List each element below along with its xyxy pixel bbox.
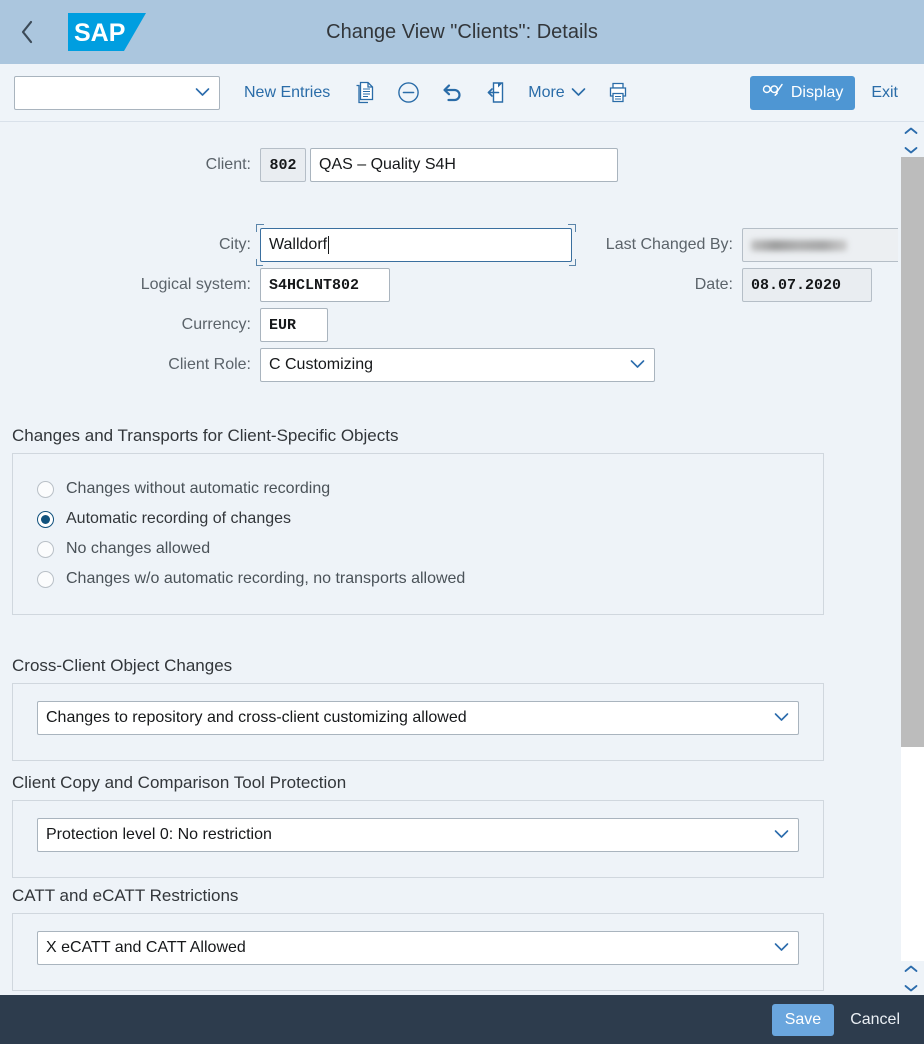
more-label: More (528, 83, 565, 101)
radio-label: Automatic recording of changes (66, 510, 292, 527)
client-role-label: Client Role: (168, 356, 251, 373)
exit-button[interactable]: Exit (855, 78, 910, 108)
catt-select[interactable]: X eCATT and CATT Allowed (37, 931, 799, 965)
sap-logo: SAP (68, 13, 148, 51)
client-copy-value: Protection level 0: No restriction (46, 826, 272, 843)
client-role-row: Client Role: C Customizing (0, 348, 655, 382)
cross-client-panel: Changes to repository and cross-client c… (12, 683, 824, 761)
client-name-input[interactable]: QAS – Quality S4H (310, 148, 618, 182)
client-copy-panel: Protection level 0: No restriction (12, 800, 824, 878)
vertical-scrollbar[interactable] (898, 123, 924, 995)
cross-client-section: Cross-Client Object Changes Changes to r… (0, 656, 836, 761)
radio-icon (37, 540, 54, 558)
action-toolbar: New Entries More Display Exit (0, 64, 924, 122)
display-change-icon (762, 81, 784, 104)
scroll-up-down-buttons-top[interactable] (898, 123, 924, 157)
chevron-down-icon[interactable] (904, 141, 918, 159)
city-input-value: Walldorf (269, 236, 328, 253)
shell-header: SAP Change View "Clients": Details (0, 0, 924, 64)
client-row: Client: 802 QAS – Quality S4H (0, 148, 618, 182)
client-role-select[interactable]: C Customizing (260, 348, 655, 382)
logical-system-row: Logical system: S4HCLNT802 Date: 08.07.2… (0, 268, 872, 302)
cross-client-select[interactable]: Changes to repository and cross-client c… (37, 701, 799, 735)
text-caret (328, 236, 330, 254)
more-menu-button[interactable]: More (518, 78, 595, 108)
city-row: City: Walldorf Last Changed By: (0, 224, 898, 266)
changes-transports-section: Changes and Transports for Client-Specif… (0, 426, 836, 615)
chevron-down-icon (571, 84, 586, 102)
catt-panel: X eCATT and CATT Allowed (12, 913, 824, 991)
chevron-down-icon (774, 939, 789, 957)
chevron-down-icon (630, 356, 645, 374)
logical-system-label: Logical system: (140, 276, 251, 293)
scrollbar-thumb[interactable] (901, 157, 924, 747)
client-copy-select[interactable]: Protection level 0: No restriction (37, 818, 799, 852)
city-label: City: (219, 236, 251, 253)
radio-automatic-recording[interactable]: Automatic recording of changes (13, 504, 823, 534)
chevron-down-icon (774, 826, 789, 844)
catt-value: X eCATT and CATT Allowed (46, 939, 246, 956)
last-changed-by-label: Last Changed By: (605, 236, 733, 253)
client-role-value: C Customizing (269, 356, 374, 373)
radio-label: No changes allowed (66, 540, 211, 557)
logical-system-input[interactable]: S4HCLNT802 (260, 268, 390, 302)
cancel-button[interactable]: Cancel (840, 1004, 910, 1036)
chevron-down-icon (774, 709, 789, 727)
client-copy-section: Client Copy and Comparison Tool Protecti… (0, 773, 836, 878)
city-input[interactable]: Walldorf (260, 228, 572, 262)
currency-label: Currency: (181, 316, 251, 333)
date-label: Date: (694, 276, 733, 293)
delete-icon[interactable] (386, 73, 430, 113)
form-content: Client: 802 QAS – Quality S4H City: Wall… (0, 123, 898, 995)
copy-icon[interactable] (342, 73, 386, 113)
display-change-toggle-button[interactable]: Display (749, 75, 856, 110)
currency-input[interactable]: EUR (260, 308, 328, 342)
chevron-up-icon[interactable] (904, 122, 918, 140)
radio-label: Changes without automatic recording (66, 480, 331, 497)
back-button[interactable] (0, 0, 54, 64)
cross-client-title: Cross-Client Object Changes (12, 656, 233, 675)
display-label: Display (790, 83, 844, 101)
catt-section: CATT and eCATT Restrictions X eCATT and … (0, 886, 836, 991)
currency-row: Currency: EUR (0, 308, 328, 342)
radio-no-changes-allowed[interactable]: No changes allowed (13, 534, 823, 564)
variant-select[interactable] (14, 75, 220, 110)
radio-icon (37, 480, 54, 498)
client-id-field: 802 (260, 148, 306, 182)
back-entry-icon[interactable] (474, 73, 518, 113)
sap-client-details-screen: SAP Change View "Clients": Details New E… (0, 0, 924, 1044)
date-field: 08.07.2020 (742, 268, 872, 302)
chevron-up-icon[interactable] (904, 960, 918, 978)
radio-icon-selected (37, 510, 54, 528)
radio-label: Changes w/o automatic recording, no tran… (66, 570, 466, 587)
print-icon[interactable] (596, 73, 640, 113)
sap-logo-text: SAP (74, 19, 125, 47)
redacted-value (751, 239, 847, 251)
city-input-focus-ring: Walldorf (256, 224, 576, 266)
radio-icon (37, 570, 54, 588)
radio-no-transports-allowed[interactable]: Changes w/o automatic recording, no tran… (13, 564, 823, 594)
chevron-down-icon[interactable] (904, 979, 918, 997)
changes-transports-title: Changes and Transports for Client-Specif… (12, 426, 399, 445)
client-copy-title: Client Copy and Comparison Tool Protecti… (12, 773, 347, 792)
radio-changes-without-recording[interactable]: Changes without automatic recording (13, 474, 823, 504)
scroll-up-down-buttons-bottom[interactable] (898, 961, 924, 995)
chevron-left-icon (19, 19, 35, 45)
save-button[interactable]: Save (771, 1003, 835, 1036)
chevron-down-icon (195, 84, 210, 102)
footer-bar: Save Cancel (0, 995, 924, 1044)
cross-client-value: Changes to repository and cross-client c… (46, 709, 467, 726)
undo-icon[interactable] (430, 73, 474, 113)
catt-title: CATT and eCATT Restrictions (12, 886, 239, 905)
client-label: Client: (205, 156, 251, 173)
new-entries-button[interactable]: New Entries (232, 78, 342, 108)
last-changed-by-field (742, 228, 898, 262)
changes-transports-panel: Changes without automatic recording Auto… (12, 453, 824, 615)
